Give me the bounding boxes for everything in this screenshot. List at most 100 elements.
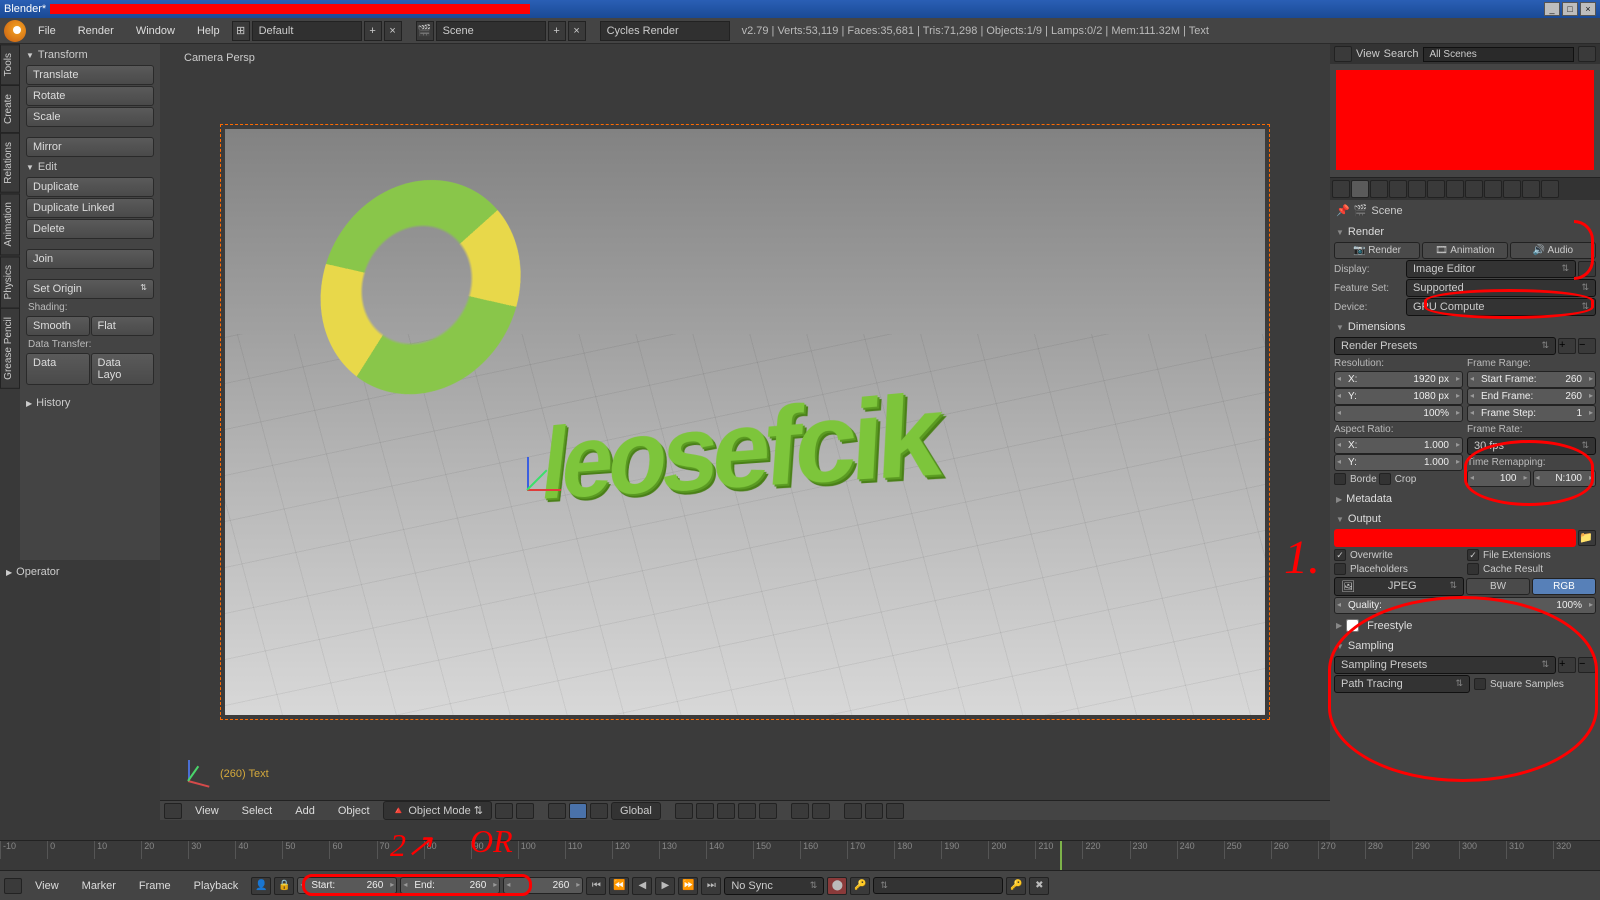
operator-header[interactable]: Operator bbox=[0, 560, 160, 584]
cache-result-checkbox[interactable]: Cache Result bbox=[1467, 562, 1596, 576]
tab-data-icon[interactable] bbox=[1465, 180, 1483, 198]
shade-smooth-button[interactable]: Smooth bbox=[26, 316, 90, 336]
tab-texture-icon[interactable] bbox=[1503, 180, 1521, 198]
player-icon[interactable]: 👤 bbox=[251, 877, 271, 895]
duplicate-linked-button[interactable]: Duplicate Linked bbox=[26, 198, 154, 218]
timeline-start-field[interactable]: Start:260 bbox=[297, 877, 397, 894]
data-layout-button[interactable]: Data Layo bbox=[91, 353, 155, 385]
panel-dimensions[interactable]: Dimensions bbox=[1334, 318, 1596, 336]
manipulator-scale-icon[interactable] bbox=[590, 803, 608, 819]
tab-render-icon[interactable] bbox=[1332, 180, 1350, 198]
panel-render[interactable]: Render bbox=[1334, 223, 1596, 241]
browse-folder-icon[interactable]: 📁 bbox=[1578, 530, 1596, 546]
timeline-editor[interactable]: -100102030405060708090100110120130140150… bbox=[0, 840, 1600, 870]
set-origin-menu[interactable]: Set Origin⇅ bbox=[26, 279, 154, 299]
editor-type-icon[interactable] bbox=[164, 803, 182, 819]
vtab-greasepencil[interactable]: Grease Pencil bbox=[0, 308, 20, 389]
pin-icon[interactable]: 📌 bbox=[1336, 204, 1350, 217]
frame-rate-select[interactable]: 30 fps bbox=[1467, 437, 1596, 455]
layer-2-icon[interactable] bbox=[696, 803, 714, 819]
output-path-field[interactable] bbox=[1334, 529, 1576, 547]
scene-add-button[interactable]: + bbox=[548, 21, 566, 41]
square-samples-checkbox[interactable]: Square Samples bbox=[1474, 675, 1596, 693]
preset-remove-icon[interactable]: − bbox=[1578, 338, 1596, 354]
manipulator-translate-icon[interactable] bbox=[548, 803, 566, 819]
interaction-mode-select[interactable]: 🔺 Object Mode ⇅ bbox=[383, 801, 492, 820]
outliner-search-icon[interactable] bbox=[1578, 46, 1596, 62]
tab-physics-icon[interactable] bbox=[1541, 180, 1559, 198]
vp-select-menu[interactable]: Select bbox=[232, 801, 283, 821]
layer-5-icon[interactable] bbox=[759, 803, 777, 819]
gpencil-icon[interactable] bbox=[886, 803, 904, 819]
record-icon[interactable]: ⬤ bbox=[827, 877, 847, 895]
quality-field[interactable]: Quality:100% bbox=[1334, 597, 1596, 614]
play-icon[interactable]: ▶ bbox=[655, 877, 675, 895]
vtab-create[interactable]: Create bbox=[0, 85, 20, 133]
timeline-ruler[interactable]: -100102030405060708090100110120130140150… bbox=[0, 841, 1600, 859]
translate-button[interactable]: Translate bbox=[26, 65, 154, 85]
snap-icon[interactable] bbox=[791, 803, 809, 819]
panel-sampling[interactable]: Sampling bbox=[1334, 637, 1596, 655]
layout-del-button[interactable]: × bbox=[384, 21, 402, 41]
frame-step-field[interactable]: Frame Step:1 bbox=[1467, 405, 1596, 422]
mirror-button[interactable]: Mirror bbox=[26, 137, 154, 157]
panel-edit[interactable]: Edit bbox=[22, 158, 158, 176]
keying-set-select[interactable] bbox=[873, 877, 1003, 894]
sampling-preset-add-icon[interactable]: + bbox=[1558, 657, 1576, 673]
aspect-y[interactable]: Y:1.000 bbox=[1334, 454, 1463, 471]
scene-select[interactable]: Scene bbox=[436, 21, 546, 41]
layer-1-icon[interactable] bbox=[675, 803, 693, 819]
resolution-x[interactable]: X:1920 px bbox=[1334, 371, 1463, 388]
snap-target-icon[interactable] bbox=[812, 803, 830, 819]
tl-playback-menu[interactable]: Playback bbox=[184, 876, 249, 896]
outliner-search[interactable]: Search bbox=[1384, 48, 1419, 60]
layout-add-button[interactable]: + bbox=[364, 21, 382, 41]
auto-keyframe-icon[interactable]: 🔒 bbox=[274, 877, 294, 895]
scene-del-button[interactable]: × bbox=[568, 21, 586, 41]
outliner-view[interactable]: View bbox=[1356, 48, 1380, 60]
data-transfer-button[interactable]: Data bbox=[26, 353, 90, 385]
playhead[interactable] bbox=[1060, 841, 1062, 871]
close-button[interactable]: × bbox=[1580, 2, 1596, 16]
keyframe-prev-icon[interactable]: ⏪ bbox=[609, 877, 629, 895]
jump-end-icon[interactable]: ⏭ bbox=[701, 877, 721, 895]
overwrite-checkbox[interactable]: Overwrite bbox=[1334, 548, 1463, 562]
panel-transform[interactable]: Transform bbox=[22, 46, 158, 64]
key-delete-icon[interactable]: ✖ bbox=[1029, 877, 1049, 895]
start-frame-field[interactable]: Start Frame:260 bbox=[1467, 371, 1596, 388]
manipulator-rotate-icon[interactable] bbox=[569, 803, 587, 819]
crop-checkbox[interactable]: Crop bbox=[1379, 472, 1417, 486]
tab-material-icon[interactable] bbox=[1484, 180, 1502, 198]
aspect-x[interactable]: X:1.000 bbox=[1334, 437, 1463, 454]
timeline-editor-icon[interactable] bbox=[4, 878, 22, 894]
shading-solid-icon[interactable] bbox=[495, 803, 513, 819]
render-button[interactable]: 📷 Render bbox=[1334, 242, 1420, 259]
border-checkbox[interactable]: Borde bbox=[1334, 472, 1377, 486]
scale-button[interactable]: Scale bbox=[26, 107, 154, 127]
3d-viewport[interactable]: Camera Persp leosefcik (260) Text bbox=[160, 44, 1330, 800]
vp-view-menu[interactable]: View bbox=[185, 801, 229, 821]
tab-particles-icon[interactable] bbox=[1522, 180, 1540, 198]
remap-new[interactable]: N:100 bbox=[1533, 470, 1597, 487]
keying-icon[interactable]: 🔑 bbox=[850, 877, 870, 895]
resolution-percentage[interactable]: 100% bbox=[1334, 405, 1463, 422]
keyframe-next-icon[interactable]: ⏩ bbox=[678, 877, 698, 895]
timeline-end-field[interactable]: End:260 bbox=[400, 877, 500, 894]
file-format-select[interactable]: 🖼 JPEG bbox=[1334, 577, 1464, 596]
tl-marker-menu[interactable]: Marker bbox=[72, 876, 126, 896]
remap-old[interactable]: 100 bbox=[1467, 470, 1531, 487]
end-frame-field[interactable]: End Frame:260 bbox=[1467, 388, 1596, 405]
integrator-select[interactable]: Path Tracing bbox=[1334, 675, 1470, 693]
tab-modifiers-icon[interactable] bbox=[1446, 180, 1464, 198]
tab-render-layers-icon[interactable] bbox=[1351, 180, 1369, 198]
tab-world-icon[interactable] bbox=[1389, 180, 1407, 198]
lock-icon[interactable] bbox=[1578, 261, 1596, 277]
panel-metadata[interactable]: Metadata bbox=[1334, 490, 1596, 508]
layer-3-icon[interactable] bbox=[717, 803, 735, 819]
tab-object-icon[interactable] bbox=[1408, 180, 1426, 198]
key-insert-icon[interactable]: 🔑 bbox=[1006, 877, 1026, 895]
placeholders-checkbox[interactable]: Placeholders bbox=[1334, 562, 1463, 576]
minimize-button[interactable]: _ bbox=[1544, 2, 1560, 16]
resolution-y[interactable]: Y:1080 px bbox=[1334, 388, 1463, 405]
menu-help[interactable]: Help bbox=[187, 21, 230, 41]
